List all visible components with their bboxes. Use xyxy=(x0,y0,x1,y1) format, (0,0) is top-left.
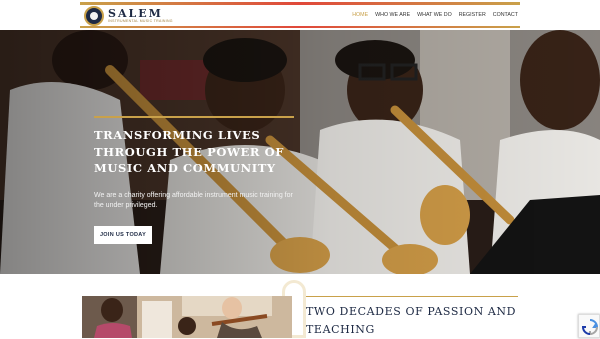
site-header: SALEM INSTRUMENTAL MUSIC TRAINING HOME W… xyxy=(80,0,520,30)
hero-overlay xyxy=(0,30,600,274)
hero-title-rule xyxy=(94,116,294,118)
nav-item-what-we-do[interactable]: WHAT WE DO xyxy=(417,12,452,18)
nav-item-register[interactable]: REGISTER xyxy=(459,12,486,18)
recaptcha-icon xyxy=(582,319,598,335)
nav-item-who-we-are[interactable]: WHO WE ARE xyxy=(375,12,410,18)
logo-emblem-icon[interactable] xyxy=(84,6,104,26)
header-top-stripe xyxy=(80,2,520,5)
intro-title: TWO DECADES OF PASSION AND TEACHING xyxy=(306,305,517,336)
hero-description: We are a charity offering affordable ins… xyxy=(94,192,293,209)
nav-item-contact[interactable]: CONTACT xyxy=(493,12,518,18)
logo-emblem-inner xyxy=(90,12,98,20)
intro-photo-graphic xyxy=(82,296,292,338)
main-nav: HOME WHO WE ARE WHAT WE DO REGISTER CONT… xyxy=(352,12,518,18)
join-us-button[interactable]: JOIN US TODAY xyxy=(94,226,152,244)
hero-title: TRANSFORMING LIVES THROUGH THE POWER OF … xyxy=(94,128,284,175)
brand-tagline: INSTRUMENTAL MUSIC TRAINING xyxy=(108,19,173,23)
hero-section xyxy=(0,30,600,274)
recaptcha-badge[interactable] xyxy=(578,314,600,338)
intro-photo xyxy=(82,296,292,338)
nav-item-home[interactable]: HOME xyxy=(352,12,368,18)
intro-title-rule xyxy=(306,296,518,297)
header-bottom-stripe xyxy=(80,26,520,28)
